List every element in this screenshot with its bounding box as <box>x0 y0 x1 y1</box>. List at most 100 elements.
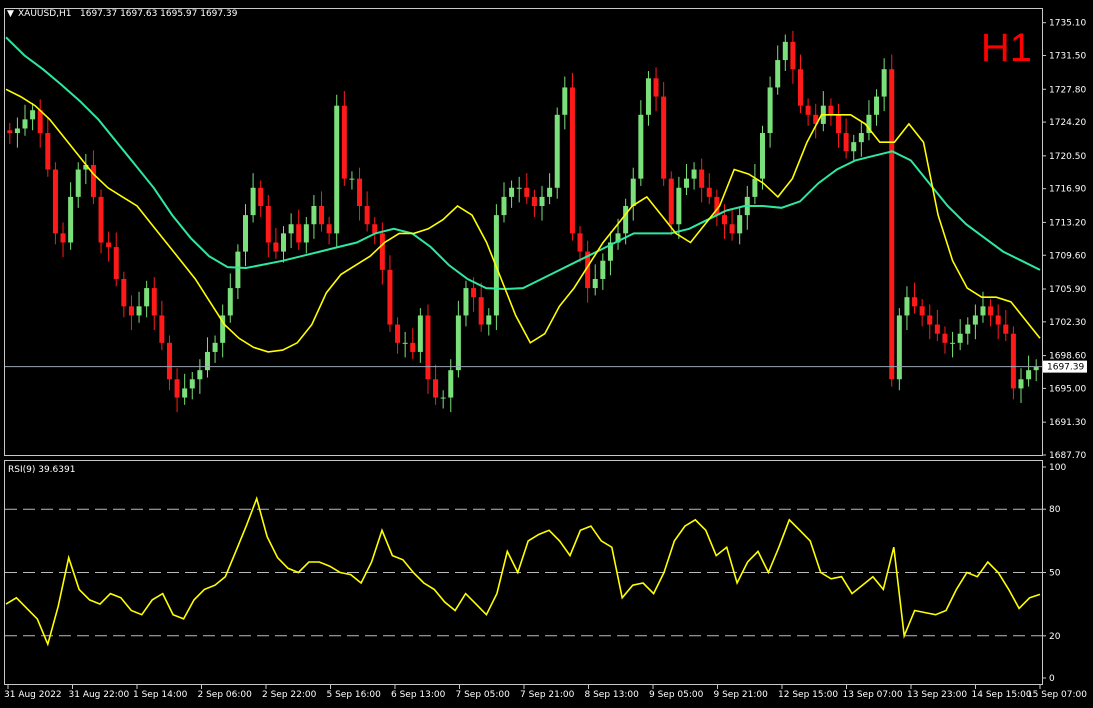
candle-body <box>357 178 363 207</box>
candle-body <box>478 297 484 325</box>
candle-body <box>311 206 317 225</box>
candle-body <box>972 315 978 325</box>
chart-header-symbol: XAUUSD,H1 <box>18 9 72 19</box>
time-axis-label: 7 Sep 05:00 <box>456 690 511 700</box>
candle-body <box>90 164 96 197</box>
candle-body <box>227 288 233 316</box>
candle-body <box>402 342 408 344</box>
candle-body <box>128 306 134 316</box>
candle-body <box>965 324 971 334</box>
candle-body <box>531 196 537 207</box>
candle-body <box>554 114 560 188</box>
candle-body <box>440 397 446 399</box>
candle-body <box>204 351 210 371</box>
rsi-axis-label: 20 <box>1049 632 1061 642</box>
candle-body <box>1018 379 1024 389</box>
candle-body <box>189 379 195 389</box>
candle-body <box>775 60 781 88</box>
candle-body <box>942 333 948 343</box>
candle-body <box>235 251 241 289</box>
candle-body <box>645 78 651 115</box>
candle-body <box>410 342 416 352</box>
candle-body <box>798 69 804 106</box>
candle-body <box>957 333 963 343</box>
candle-body <box>782 41 788 61</box>
candle-body <box>121 278 127 307</box>
price-axis-label: 1724.20 <box>1049 118 1086 128</box>
candle-body <box>509 187 515 197</box>
price-axis-label: 1702.30 <box>1049 318 1086 328</box>
rsi-header: RSI(9) 39.6391 <box>8 465 75 475</box>
time-axis-label: 8 Sep 13:00 <box>585 690 640 700</box>
candle-body <box>524 187 530 197</box>
candle-body <box>874 96 880 115</box>
candle-body <box>98 196 104 243</box>
candle-body <box>45 133 51 170</box>
candle-body <box>425 315 431 380</box>
current-price-tag-label: 1697.39 <box>1047 363 1084 373</box>
candle-body <box>729 224 735 234</box>
candle-body <box>851 142 857 152</box>
candle-body <box>326 224 332 234</box>
time-axis-label: 9 Sep 21:00 <box>714 690 769 700</box>
candle-body <box>455 315 461 371</box>
time-axis-label: 13 Sep 07:00 <box>843 690 903 700</box>
time-axis-label: 5 Sep 16:00 <box>327 690 382 700</box>
candle-body <box>1003 324 1009 334</box>
candle-body <box>364 206 370 225</box>
candle-body <box>661 96 667 179</box>
candle-body <box>676 187 682 225</box>
candle-body <box>988 306 994 316</box>
candle-body <box>1010 333 1016 389</box>
chart-background <box>0 0 1093 708</box>
candle-body <box>904 297 910 316</box>
candle-body <box>250 187 256 216</box>
candle-body <box>197 370 203 380</box>
price-axis-label: 1698.60 <box>1049 352 1086 362</box>
candle-body <box>623 206 629 234</box>
candle-body <box>288 224 294 234</box>
candle-body <box>296 224 302 243</box>
price-axis-label: 1691.30 <box>1049 418 1086 428</box>
candle-body <box>68 196 74 243</box>
candle-body <box>721 215 727 225</box>
candle-body <box>303 224 309 243</box>
candle-body <box>592 278 598 289</box>
candle-body <box>22 119 28 129</box>
price-axis-label: 1731.50 <box>1049 52 1086 62</box>
candle-body <box>106 242 112 248</box>
candle-body <box>569 87 575 234</box>
candle-body <box>919 306 925 316</box>
candle-body <box>52 169 58 234</box>
chart-dropdown-icon[interactable]: ▼ <box>7 9 14 19</box>
candle-body <box>889 69 895 380</box>
candle-body <box>980 306 986 316</box>
price-axis-label: 1713.20 <box>1049 218 1086 228</box>
rsi-axis-label: 50 <box>1049 569 1061 579</box>
candle-body <box>341 105 347 179</box>
candle-body <box>273 242 279 252</box>
candle-body <box>896 315 902 380</box>
price-axis-label: 1735.10 <box>1049 19 1086 29</box>
candle-body <box>706 187 712 197</box>
time-axis-label: 7 Sep 21:00 <box>520 690 575 700</box>
candle-body <box>30 110 36 120</box>
rsi-axis-label: 80 <box>1049 505 1061 515</box>
candle-body <box>737 215 743 234</box>
candle-body <box>334 105 340 234</box>
candle-body <box>653 78 659 97</box>
candle-body <box>144 288 150 307</box>
price-axis-label: 1705.90 <box>1049 285 1086 295</box>
candle-body <box>828 105 834 115</box>
time-axis-label: 31 Aug 2022 <box>4 690 62 700</box>
candle-body <box>182 388 188 398</box>
candle-body <box>995 315 1001 325</box>
candle-body <box>136 306 142 316</box>
candle-body <box>159 315 165 343</box>
candle-body <box>471 288 477 298</box>
time-axis-label: 9 Sep 05:00 <box>649 690 704 700</box>
candle-body <box>630 178 636 207</box>
candle-body <box>37 110 43 134</box>
time-axis-label: 14 Sep 15:00 <box>972 690 1032 700</box>
candle-body <box>242 215 248 252</box>
